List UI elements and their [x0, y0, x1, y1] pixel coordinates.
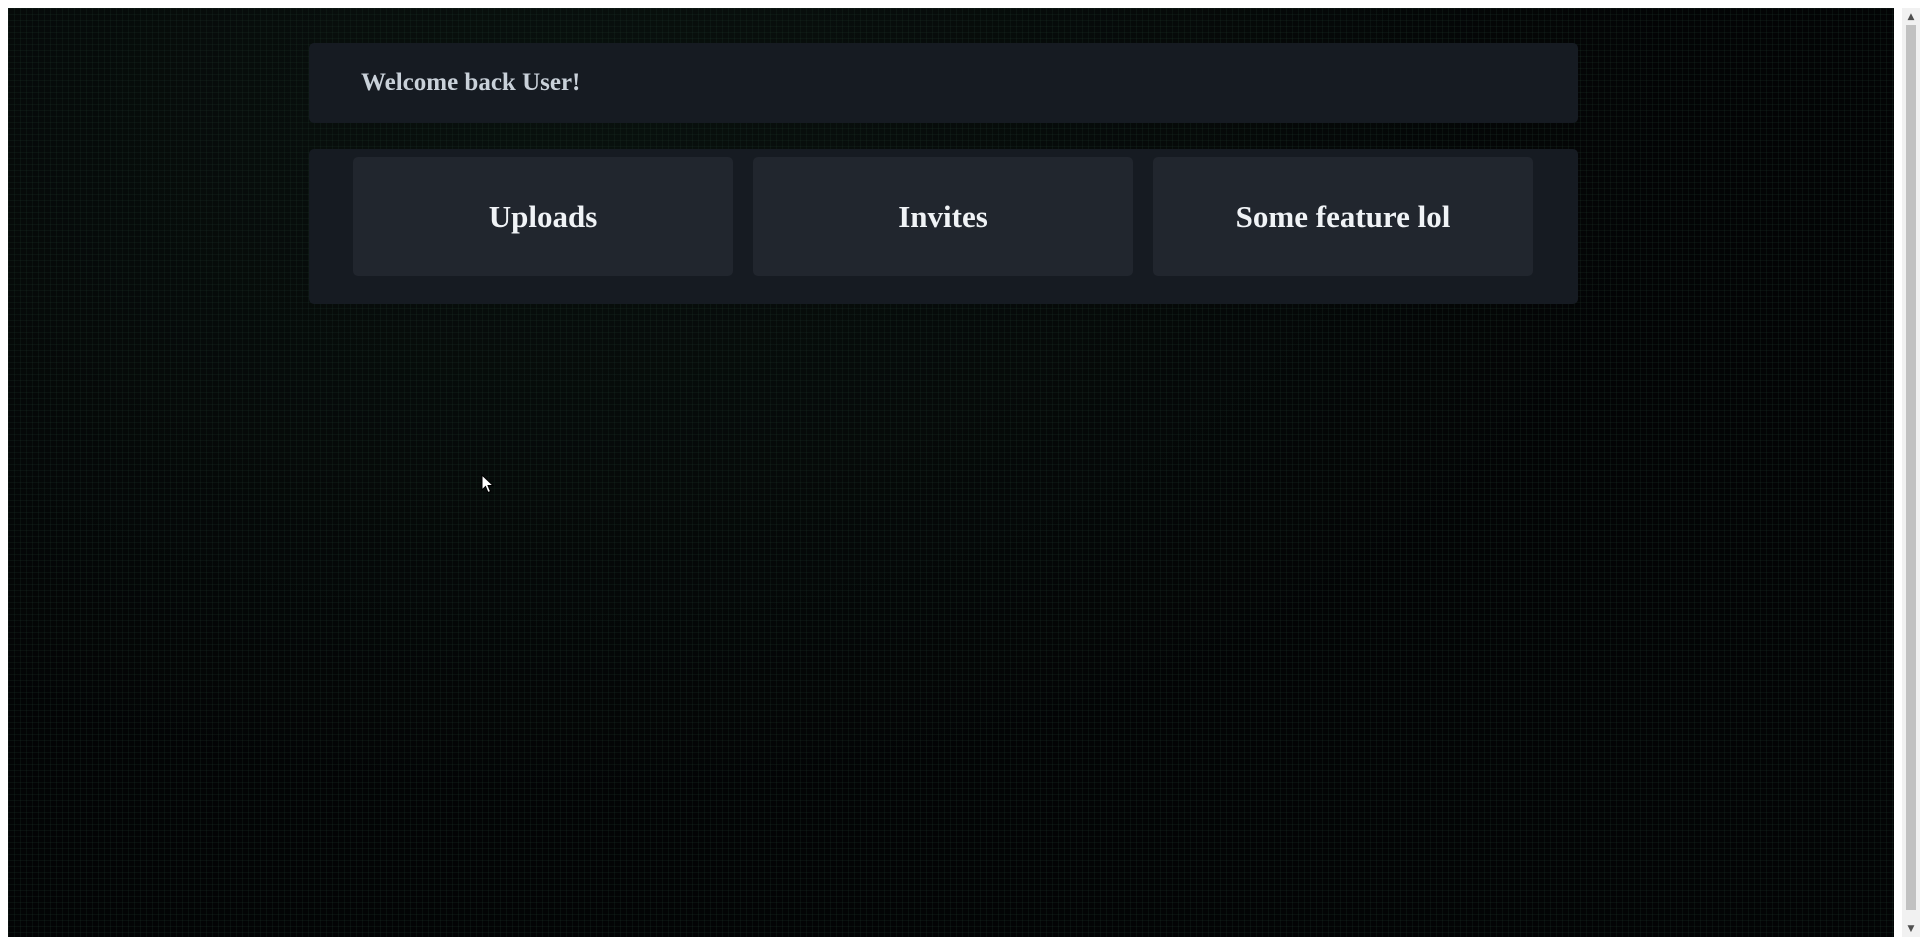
uploads-card-label: Uploads	[488, 198, 598, 234]
scroll-up-arrow-icon[interactable]: ▲	[1902, 8, 1920, 25]
invites-card-label: Invites	[898, 198, 988, 234]
vertical-scrollbar[interactable]: ▲ ▼	[1902, 8, 1920, 937]
scroll-down-arrow-icon[interactable]: ▼	[1902, 920, 1920, 937]
welcome-banner: Welcome back User!	[309, 43, 1578, 123]
scrollbar-thumb[interactable]	[1906, 25, 1916, 910]
page-background: Welcome back User! Uploads Invites Some …	[8, 8, 1894, 937]
some-feature-card[interactable]: Some feature lol	[1153, 157, 1533, 276]
mouse-cursor-icon	[481, 474, 495, 494]
invites-card[interactable]: Invites	[753, 157, 1133, 276]
feature-panel: Uploads Invites Some feature lol	[309, 149, 1578, 304]
uploads-card[interactable]: Uploads	[353, 157, 733, 276]
welcome-message: Welcome back User!	[361, 69, 581, 96]
some-feature-card-label: Some feature lol	[1235, 198, 1451, 234]
